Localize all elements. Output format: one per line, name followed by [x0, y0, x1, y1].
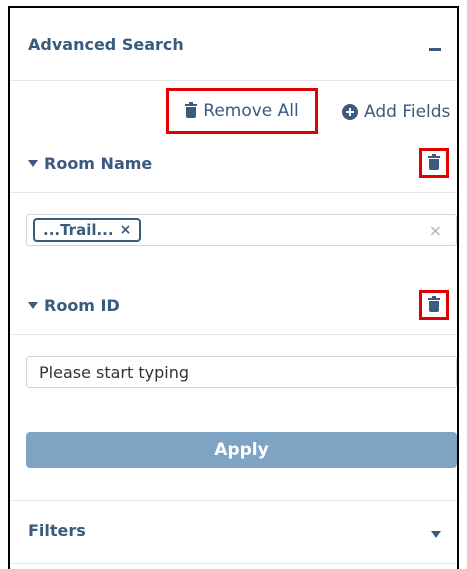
- minus-icon[interactable]: [429, 48, 441, 51]
- clear-icon[interactable]: ×: [429, 221, 442, 240]
- trash-icon: [428, 296, 440, 312]
- apply-button[interactable]: Apply: [26, 432, 457, 468]
- selected-tag: ...Trail... ×: [33, 218, 142, 242]
- room-name-input[interactable]: ...Trail... × ×: [26, 214, 457, 246]
- trash-icon: [185, 102, 198, 118]
- room-id-input[interactable]: Please start typing: [26, 356, 457, 388]
- remove-all-label: Remove All: [203, 101, 299, 121]
- filters-header[interactable]: Filters: [10, 500, 457, 564]
- caret-down-icon: [28, 160, 38, 167]
- trash-icon: [428, 154, 440, 170]
- add-fields-label: Add Fields: [364, 102, 451, 122]
- remove-room-name-button[interactable]: [419, 148, 449, 178]
- caret-down-icon: [28, 302, 38, 309]
- caret-down-icon: [431, 531, 441, 538]
- panel-title: Advanced Search: [28, 35, 184, 54]
- field-header-room-id[interactable]: Room ID: [10, 282, 457, 335]
- advanced-search-panel: Advanced Search Remove All Add Fields Ro…: [8, 6, 459, 569]
- field-header-room-name[interactable]: Room Name: [10, 140, 457, 193]
- remove-all-button[interactable]: Remove All: [166, 88, 318, 134]
- panel-header[interactable]: Advanced Search: [10, 8, 457, 81]
- actions-bar: Remove All Add Fields: [10, 80, 457, 140]
- field-label-room-id: Room ID: [44, 296, 120, 315]
- plus-circle-icon: [342, 104, 358, 120]
- field-label-room-name: Room Name: [44, 154, 153, 173]
- filters-label: Filters: [28, 521, 86, 540]
- add-fields-button[interactable]: Add Fields: [342, 102, 450, 122]
- tag-remove-icon[interactable]: ×: [120, 222, 132, 238]
- remove-room-id-button[interactable]: [419, 290, 449, 320]
- tag-label: ...Trail...: [43, 221, 114, 239]
